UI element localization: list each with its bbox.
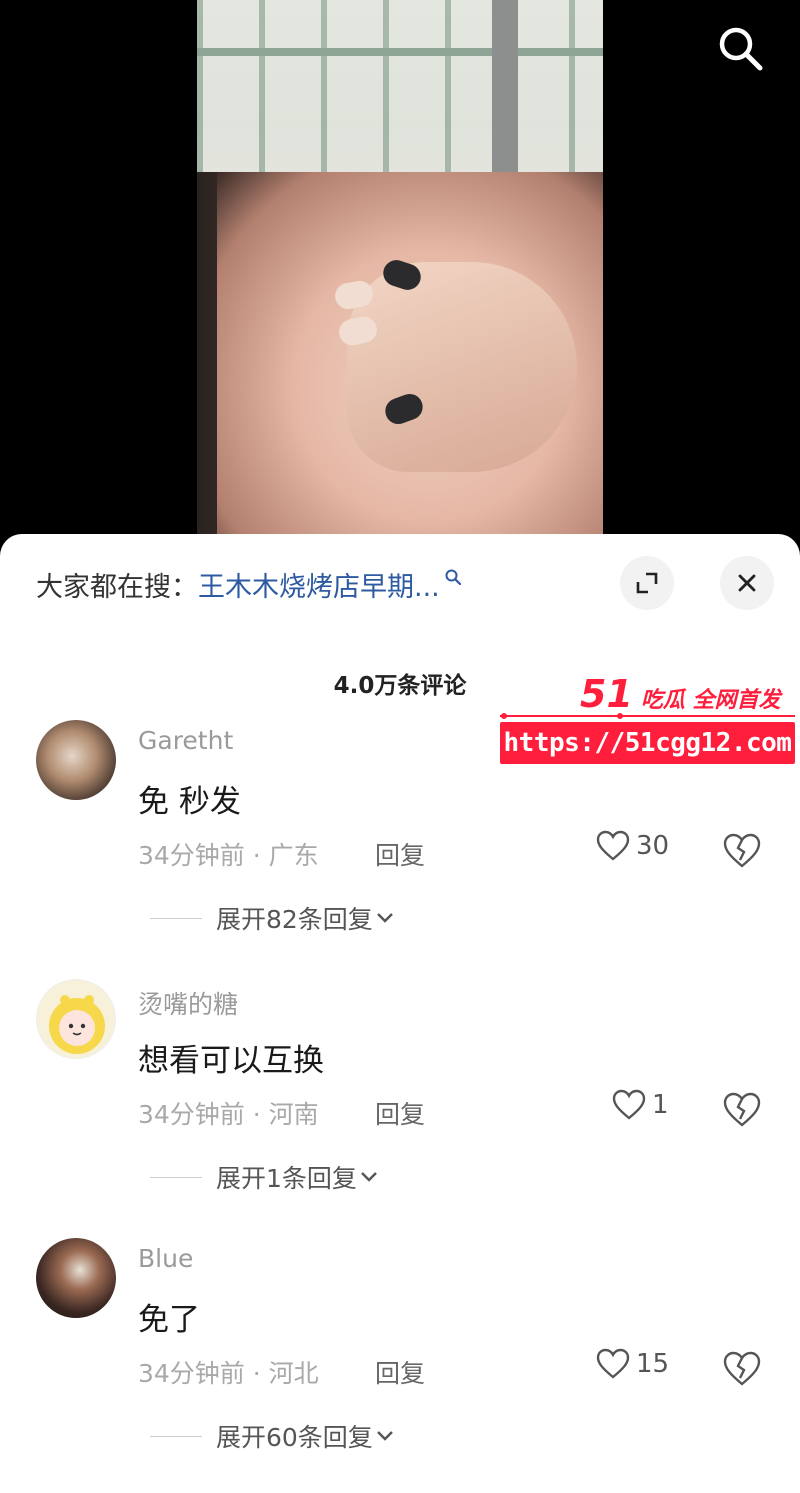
expand-replies-label: 展开1条回复 [216,1164,357,1193]
comment-item: Blue 免了 34分钟前 · 河北 回复 15 展开60条回复 [0,1238,800,1458]
expand-replies-button[interactable]: 展开1条回复 [150,1159,379,1195]
video-background-window [197,0,603,172]
broken-heart-icon[interactable] [722,832,762,870]
search-button[interactable] [712,20,768,76]
like-count: 30 [636,831,670,861]
video-person-hand [347,262,577,472]
like-count: 1 [652,1090,669,1120]
comment-item: 烫嘴的糖 想看可以互换 34分钟前 · 河南 回复 1 展开1条回复 [0,979,800,1199]
reply-button[interactable]: 回复 [375,1095,425,1131]
chevron-down-icon [376,1431,393,1441]
like-button[interactable]: 15 [596,1348,669,1380]
expand-sheet-button[interactable] [620,556,674,610]
heart-icon [596,830,630,861]
watermark-divider [500,713,795,719]
divider [150,1176,202,1178]
trending-search-prefix: 大家都在搜： [36,571,198,603]
comment-content: 想看可以互换 [138,1043,324,1079]
cartoon-avatar-icon [49,995,105,1054]
comment-username[interactable]: Blue [138,1244,193,1273]
comment-content: 免了 [138,1302,200,1338]
chevron-down-icon [361,1172,377,1182]
trending-search[interactable]: 大家都在搜： 王木木烧烤店早期... [36,564,576,604]
video-frame [197,0,603,560]
expand-replies-button[interactable]: 展开82条回复 [150,900,395,936]
broken-heart-icon[interactable] [722,1350,762,1388]
expand-replies-label: 展开60条回复 [216,1423,373,1452]
like-count: 15 [636,1349,670,1379]
comment-content: 免 秒发 [138,784,241,820]
reply-button[interactable]: 回复 [375,836,425,872]
video-background-frame [197,48,603,56]
trending-search-query[interactable]: 王木木烧烤店早期... [198,565,440,604]
avatar[interactable] [36,979,116,1059]
search-icon [445,569,461,586]
watermark-url: https://51cgg12.com [500,722,795,764]
avatar[interactable] [36,1238,116,1318]
search-icon [719,27,763,71]
like-button[interactable]: 1 [612,1089,669,1121]
divider [150,917,202,919]
watermark-tag: 吃瓜 全网首发 [640,688,781,713]
comment-username[interactable]: Garetht [138,726,233,755]
comment-meta: 34分钟前 · 广东 [138,841,319,870]
close-button[interactable] [720,556,774,610]
comment-meta: 34分钟前 · 河南 [138,1100,319,1129]
broken-heart-icon[interactable] [722,1091,762,1129]
close-icon [738,574,756,592]
video-background-pipe [492,0,518,172]
expand-icon [636,572,658,594]
avatar[interactable] [36,720,116,800]
like-button[interactable]: 30 [596,830,669,862]
watermark-number: 51 [580,672,633,716]
comment-username[interactable]: 烫嘴的糖 [138,985,238,1021]
expand-replies-button[interactable]: 展开60条回复 [150,1418,395,1454]
video-player[interactable] [0,0,800,560]
chevron-down-icon [376,913,393,923]
heart-icon [596,1348,630,1379]
reply-button[interactable]: 回复 [375,1354,425,1390]
watermark-brand: 51 吃瓜 全网首发 [580,672,781,716]
comment-meta: 34分钟前 · 河北 [138,1359,319,1388]
expand-replies-label: 展开82条回复 [216,905,373,934]
divider [150,1435,202,1437]
heart-icon [612,1089,646,1120]
